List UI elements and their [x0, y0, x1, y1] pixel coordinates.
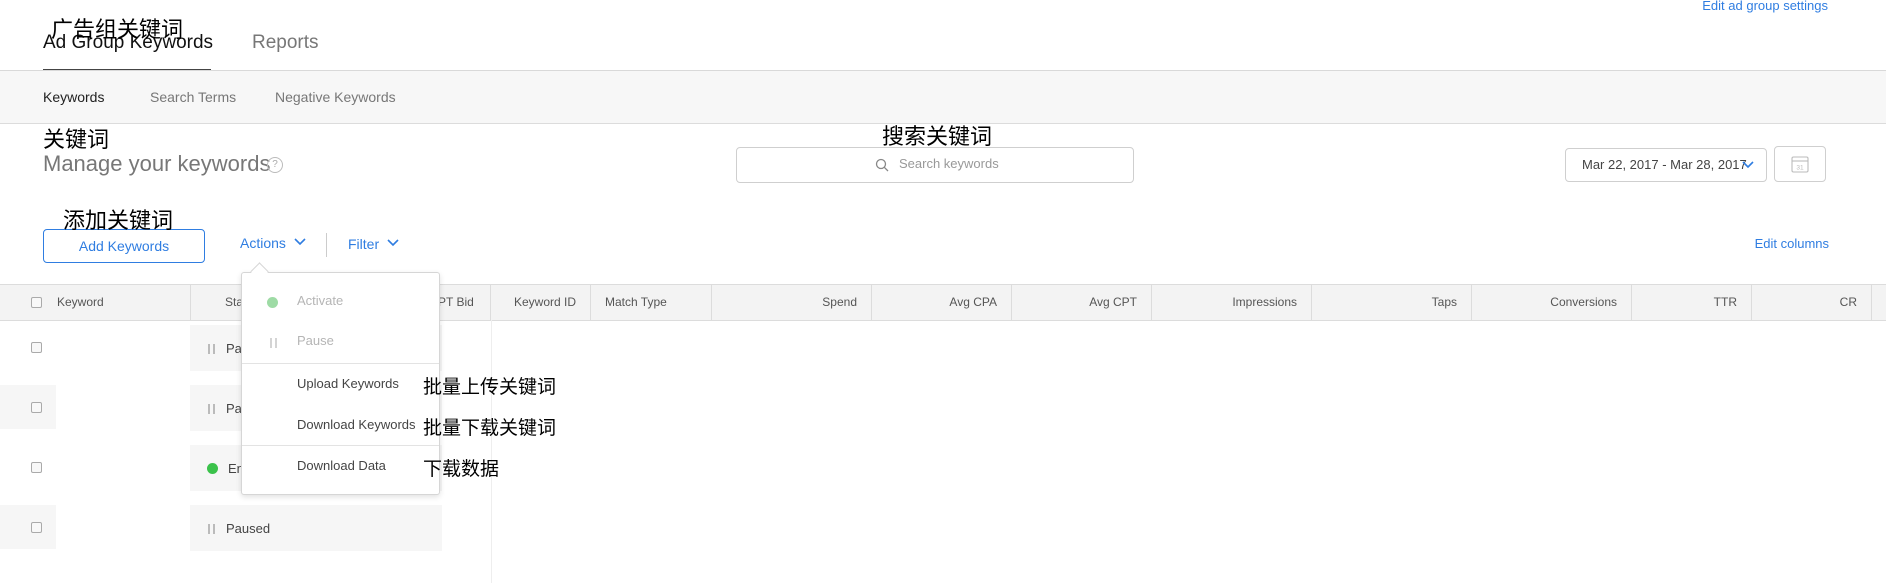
search-field[interactable] [736, 147, 1134, 183]
menu-item-label: Activate [297, 293, 344, 308]
help-icon[interactable]: ? [267, 157, 283, 173]
row-checkbox[interactable] [31, 342, 42, 353]
column-match-type[interactable]: Match Type [591, 285, 712, 320]
pause-icon [207, 344, 216, 354]
menu-item-activate[interactable]: Activate [242, 289, 439, 319]
menu-item-label: Pause [297, 333, 334, 348]
toolbar-separator [326, 233, 327, 257]
annotation-search-keywords: 搜索关键词 [882, 125, 993, 150]
filter-label: Filter [348, 236, 380, 252]
annotation-download-data: 下载数据 [423, 458, 500, 480]
column-conversions[interactable]: Conversions [1472, 285, 1632, 320]
annotation-bulk-upload: 批量上传关键词 [423, 376, 557, 398]
menu-item-label: Download Keywords [297, 417, 416, 432]
filter-dropdown-button[interactable]: Filter [348, 236, 399, 252]
pause-icon [269, 338, 278, 348]
search-input[interactable] [897, 155, 1121, 172]
column-avg-cpa[interactable]: Avg CPA [872, 285, 1012, 320]
subtab-search-terms[interactable]: Search Terms [150, 89, 236, 105]
status-cell: En [207, 461, 244, 476]
annotation-ad-group-keywords: 广告组关键词 [51, 18, 184, 43]
select-all-checkbox[interactable] [31, 297, 42, 308]
column-status[interactable]: Sta [191, 285, 248, 320]
chevron-down-icon [387, 239, 399, 247]
annotation-bulk-download: 批量下载关键词 [423, 417, 557, 439]
tab-reports[interactable]: Reports [252, 32, 319, 54]
menu-item-download-keywords[interactable]: Download Keywords [242, 412, 439, 442]
menu-divider [242, 445, 439, 446]
actions-menu: Activate Pause Upload Keywords Download … [241, 272, 440, 495]
edit-ad-group-settings-link[interactable]: Edit ad group settings [1702, 0, 1828, 13]
annotation-keywords: 关键词 [43, 128, 110, 153]
annotation-add-keywords: 添加关键词 [63, 209, 174, 234]
page-title: Manage your keywords [43, 151, 271, 176]
status-cell: Pa [207, 341, 242, 356]
row-checkbox[interactable] [31, 462, 42, 473]
chevron-down-icon [1742, 161, 1754, 169]
status-cell: Pa [207, 401, 242, 416]
enabled-status-icon [207, 463, 218, 474]
actions-dropdown-button[interactable]: Actions [240, 235, 306, 251]
menu-divider [242, 363, 439, 364]
actions-label: Actions [240, 235, 286, 251]
activate-icon [267, 297, 278, 308]
row-checkbox[interactable] [31, 402, 42, 413]
column-keyword[interactable]: Keyword [47, 285, 191, 320]
status-text: Pa [226, 401, 242, 416]
calendar-day: 31 [1796, 165, 1804, 172]
column-avg-cpt[interactable]: Avg CPT [1012, 285, 1152, 320]
date-range-label: Mar 22, 2017 - Mar 28, 2017 [1582, 157, 1747, 172]
subtab-negative-keywords[interactable]: Negative Keywords [275, 89, 396, 105]
column-impressions[interactable]: Impressions [1152, 285, 1312, 320]
status-cell: Paused [207, 521, 270, 536]
calendar-icon: 31 [1791, 156, 1809, 173]
column-taps[interactable]: Taps [1312, 285, 1472, 320]
menu-item-label: Download Data [297, 458, 386, 473]
row-checkbox[interactable] [31, 522, 42, 533]
menu-item-upload-keywords[interactable]: Upload Keywords [242, 371, 439, 401]
column-cr[interactable]: CR [1752, 285, 1872, 320]
menu-item-pause[interactable]: Pause [242, 329, 439, 359]
calendar-button[interactable]: 31 [1774, 146, 1826, 182]
column-ttr[interactable]: TTR [1632, 285, 1752, 320]
pause-icon [207, 404, 216, 414]
chevron-down-icon [294, 238, 306, 246]
edit-columns-link[interactable]: Edit columns [1755, 236, 1829, 251]
table-row[interactable]: Paused [0, 505, 1886, 551]
column-keyword-id[interactable]: Keyword ID [491, 285, 591, 320]
menu-item-download-data[interactable]: Download Data [242, 453, 439, 483]
status-text: Pa [226, 341, 242, 356]
menu-item-label: Upload Keywords [297, 376, 399, 391]
search-icon [875, 158, 889, 172]
pause-icon [207, 524, 216, 534]
subtab-keywords[interactable]: Keywords [43, 89, 104, 105]
date-range-picker[interactable]: Mar 22, 2017 - Mar 28, 2017 [1565, 148, 1767, 182]
status-text: Paused [226, 521, 271, 536]
column-spend[interactable]: Spend [712, 285, 872, 320]
